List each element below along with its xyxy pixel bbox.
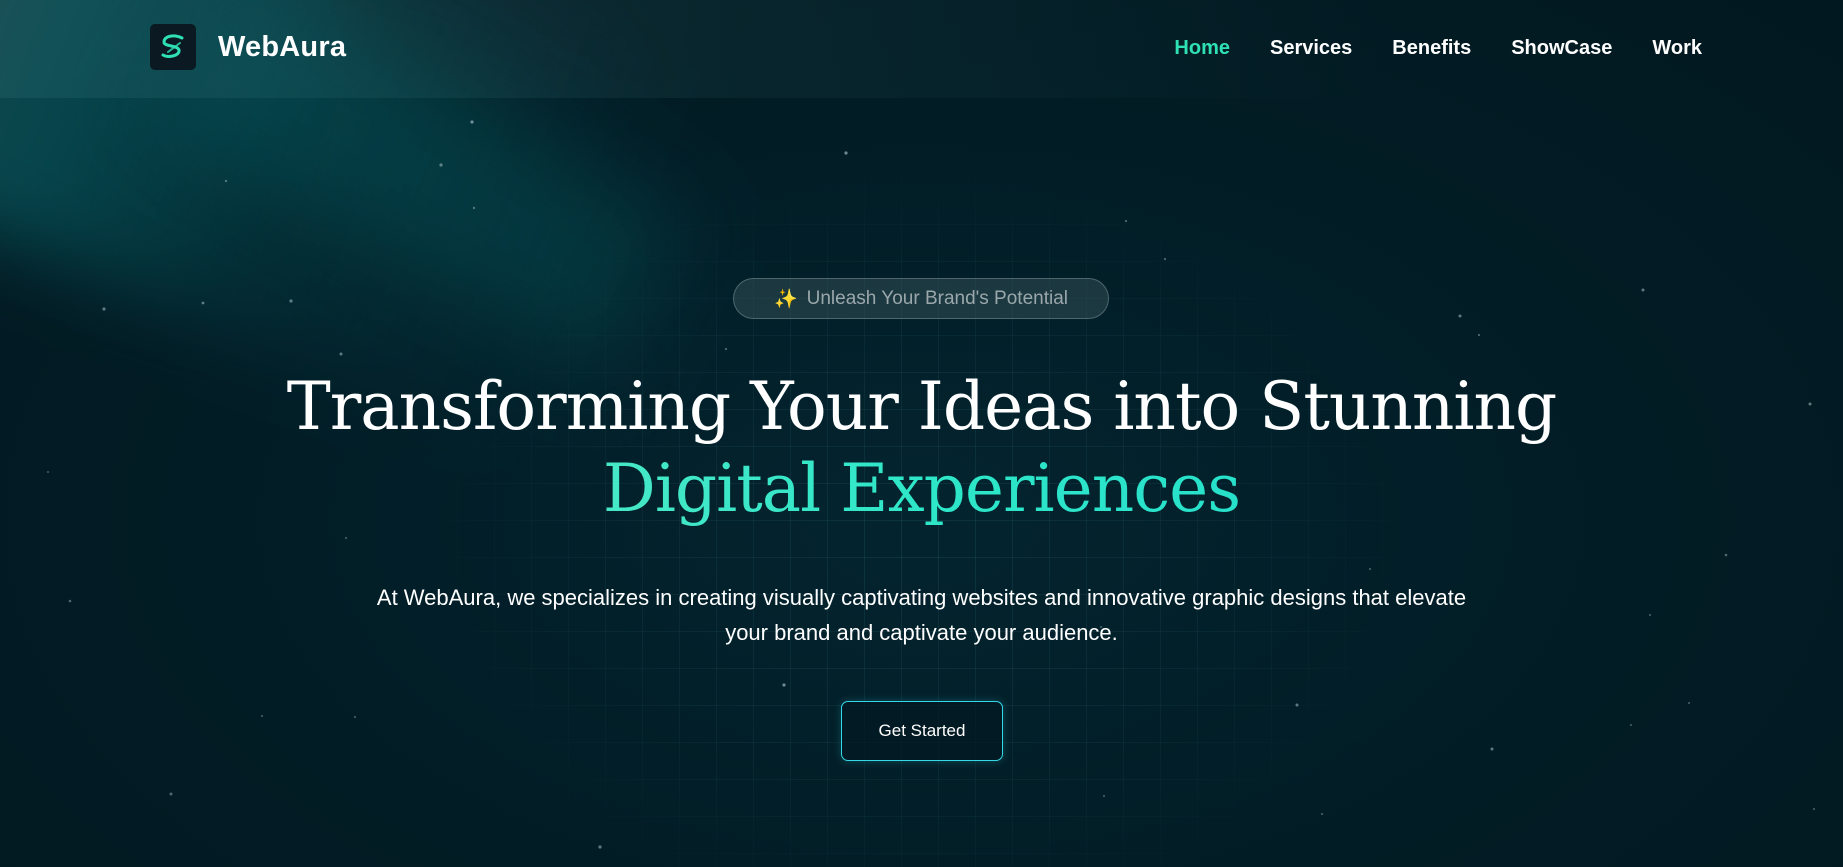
hero-title-line2: Digital Experiences <box>0 448 1843 530</box>
hero-badge-text: Unleash Your Brand's Potential <box>806 287 1069 309</box>
get-started-button[interactable]: Get Started <box>841 701 1003 761</box>
top-navigation: WebAura Home Services Benefits ShowCase … <box>0 0 1843 98</box>
hero-subtitle-line1: At WebAura, we specializes in creating v… <box>376 585 1467 610</box>
nav-item-work[interactable]: Work <box>1652 34 1702 62</box>
swirl-s-icon <box>150 24 196 70</box>
landing-page: WebAura Home Services Benefits ShowCase … <box>0 0 1843 867</box>
hero-title: Transforming Your Ideas into Stunning Di… <box>0 366 1843 530</box>
hero-subtitle: At WebAura, we specializes in creating v… <box>270 580 1573 650</box>
brand-logo-link[interactable]: WebAura <box>150 24 346 70</box>
hero-title-line1: Transforming Your Ideas into Stunning <box>286 368 1558 445</box>
sparkles-icon: ✨ <box>773 288 798 310</box>
nav-menu: Home Services Benefits ShowCase Work <box>1134 34 1702 62</box>
hero-title-word-digital: Digital <box>602 450 821 527</box>
hero-badge: ✨ Unleash Your Brand's Potential <box>733 278 1109 319</box>
hero-subtitle-line2: your brand and captivate your audience. <box>725 620 1118 645</box>
nav-item-services[interactable]: Services <box>1270 34 1352 62</box>
nav-item-showcase[interactable]: ShowCase <box>1511 34 1612 62</box>
nav-item-home[interactable]: Home <box>1174 34 1230 62</box>
hero-title-word-experiences: Experiences <box>840 450 1241 527</box>
nav-item-benefits[interactable]: Benefits <box>1392 34 1471 62</box>
brand-name: WebAura <box>218 30 347 63</box>
